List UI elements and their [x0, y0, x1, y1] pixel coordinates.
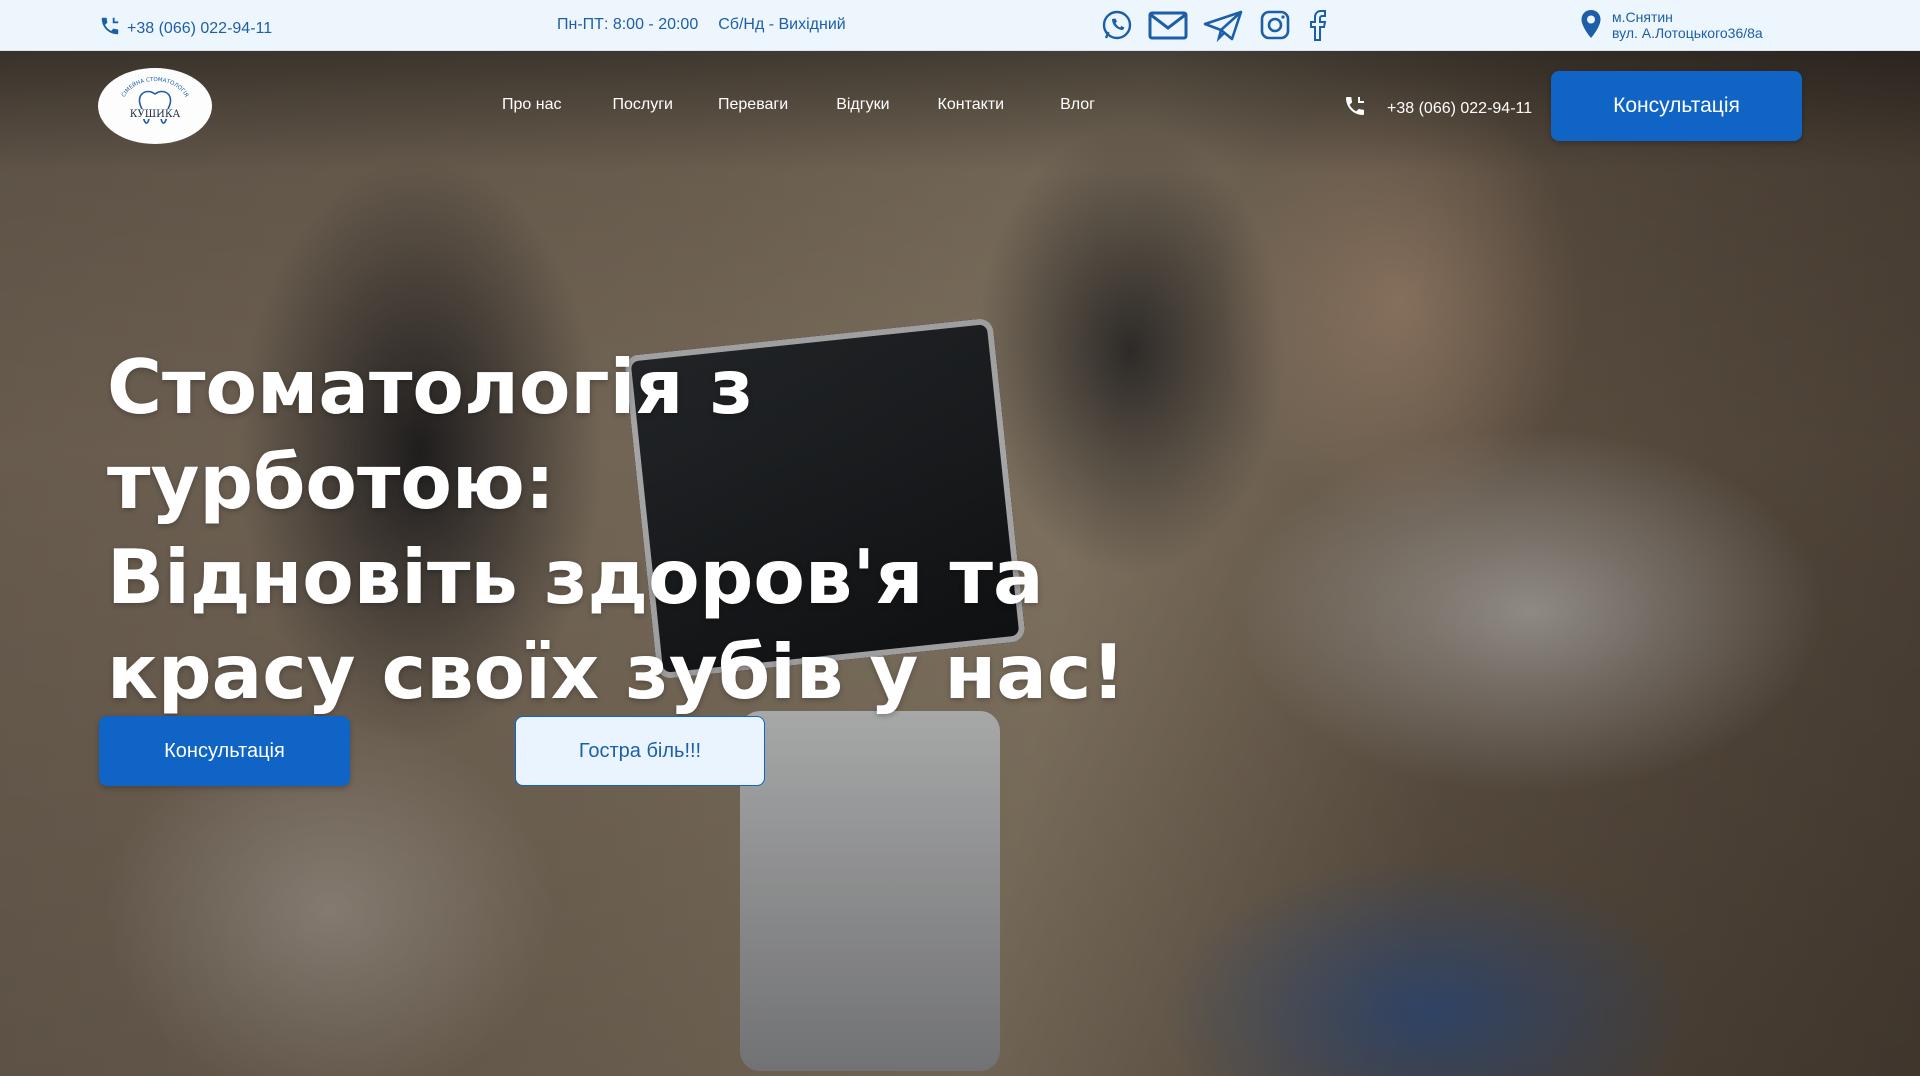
nav-item-contacts[interactable]: Контакти — [938, 96, 1005, 114]
address-city: м.Снятин — [1612, 9, 1673, 25]
nav-phone[interactable]: +38 (066) 022-94-11 — [1343, 94, 1532, 123]
logo-name: КУШИКА — [130, 109, 181, 120]
whatsapp-icon[interactable] — [1100, 8, 1134, 42]
tooth-logo-icon: СІМЕЙНА СТОМАТОЛОГІЯ КУШИКА — [121, 77, 189, 124]
clinic-address[interactable]: м.Снятин вул. А.Лотоцького36/8а — [1580, 9, 1763, 44]
mail-icon[interactable] — [1148, 8, 1188, 42]
social-links — [1100, 8, 1330, 43]
address-street: вул. А.Лотоцького36/8а — [1612, 25, 1763, 41]
header-consultation-button[interactable]: Консультація — [1551, 71, 1802, 141]
hero-consultation-button[interactable]: Консультація — [99, 716, 350, 786]
phone-call-icon — [99, 15, 121, 42]
topbar-phone[interactable]: +38 (066) 022-94-11 — [99, 15, 272, 42]
main-navigation: СІМЕЙНА СТОМАТОЛОГІЯ КУШИКА Про нас Посл… — [0, 51, 1920, 161]
working-hours: Пн-ПТ: 8:00 - 20:00 Сб/Нд - Вихідний — [557, 16, 846, 34]
nav-item-vlog[interactable]: Влог — [1060, 96, 1095, 114]
phone-call-icon — [1343, 94, 1367, 123]
clinic-logo[interactable]: СІМЕЙНА СТОМАТОЛОГІЯ КУШИКА — [98, 68, 212, 144]
facebook-icon[interactable] — [1306, 8, 1330, 42]
hours-weekend: Сб/Нд - Вихідний — [718, 16, 846, 33]
location-pin-icon — [1580, 9, 1602, 44]
headline-line-3: красу своїх зубів у нас! — [107, 628, 1126, 716]
headline-line-2: Відновіть здоров'я та — [107, 533, 1044, 621]
hero-headline: Стоматологія з турботою: Відновіть здоро… — [107, 340, 1207, 720]
nav-phone-number: +38 (066) 022-94-11 — [1387, 99, 1533, 117]
nav-item-reviews[interactable]: Відгуки — [836, 96, 889, 114]
top-info-bar: +38 (066) 022-94-11 Пн-ПТ: 8:00 - 20:00 … — [0, 0, 1920, 51]
nav-item-services[interactable]: Послуги — [612, 96, 673, 114]
nav-item-about[interactable]: Про нас — [502, 96, 561, 114]
acute-pain-button[interactable]: Гостра біль!!! — [515, 716, 765, 786]
instagram-icon[interactable] — [1258, 8, 1292, 42]
headline-line-1: Стоматологія з турботою: — [107, 343, 754, 526]
telegram-icon[interactable] — [1202, 8, 1244, 43]
hours-weekdays: Пн-ПТ: 8:00 - 20:00 — [557, 16, 699, 33]
nav-menu: Про нас Послуги Переваги Відгуки Контакт… — [502, 96, 1095, 114]
nav-item-advantages[interactable]: Переваги — [718, 96, 788, 114]
topbar-phone-number: +38 (066) 022-94-11 — [127, 19, 273, 37]
